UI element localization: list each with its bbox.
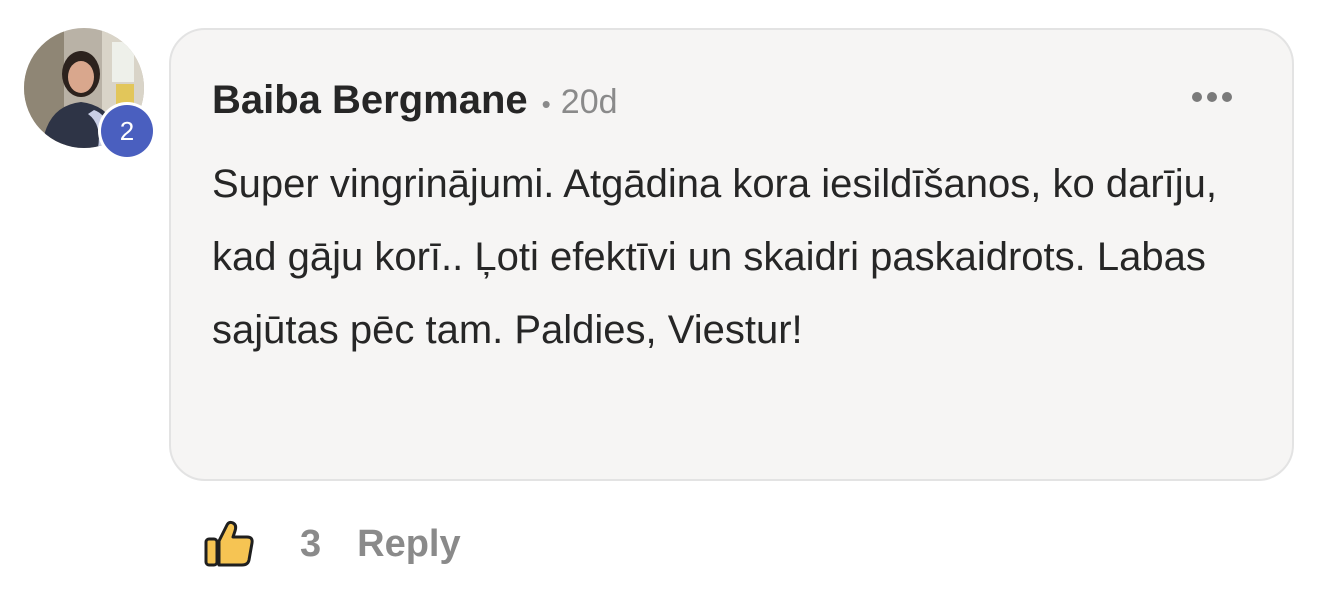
more-dot — [1207, 92, 1217, 102]
comment-actions: 3 Reply — [202, 512, 461, 576]
author-name[interactable]: Baiba Bergmane — [212, 78, 528, 123]
like-button[interactable] — [202, 517, 256, 571]
reply-button[interactable]: Reply — [357, 523, 460, 566]
more-dot — [1192, 92, 1202, 102]
header-separator: • — [541, 89, 551, 119]
avatar-badge: 2 — [98, 102, 156, 160]
more-dot — [1222, 92, 1232, 102]
comment-text: Super vingrinājumi. Atgādina kora iesild… — [212, 162, 1217, 352]
comment-timestamp[interactable]: 20d — [561, 83, 618, 122]
comment-header: Baiba Bergmane • 20d — [212, 78, 618, 123]
comment-card: 2 Baiba Bergmane • 20d Super vingrinājum… — [0, 0, 1320, 601]
avatar-badge-count: 2 — [101, 105, 153, 157]
comment-bubble: Baiba Bergmane • 20d Super vingrinājumi.… — [169, 28, 1294, 481]
like-count[interactable]: 3 — [300, 523, 321, 566]
more-options-icon[interactable] — [1192, 92, 1232, 102]
thumbs-up-icon — [204, 520, 254, 567]
